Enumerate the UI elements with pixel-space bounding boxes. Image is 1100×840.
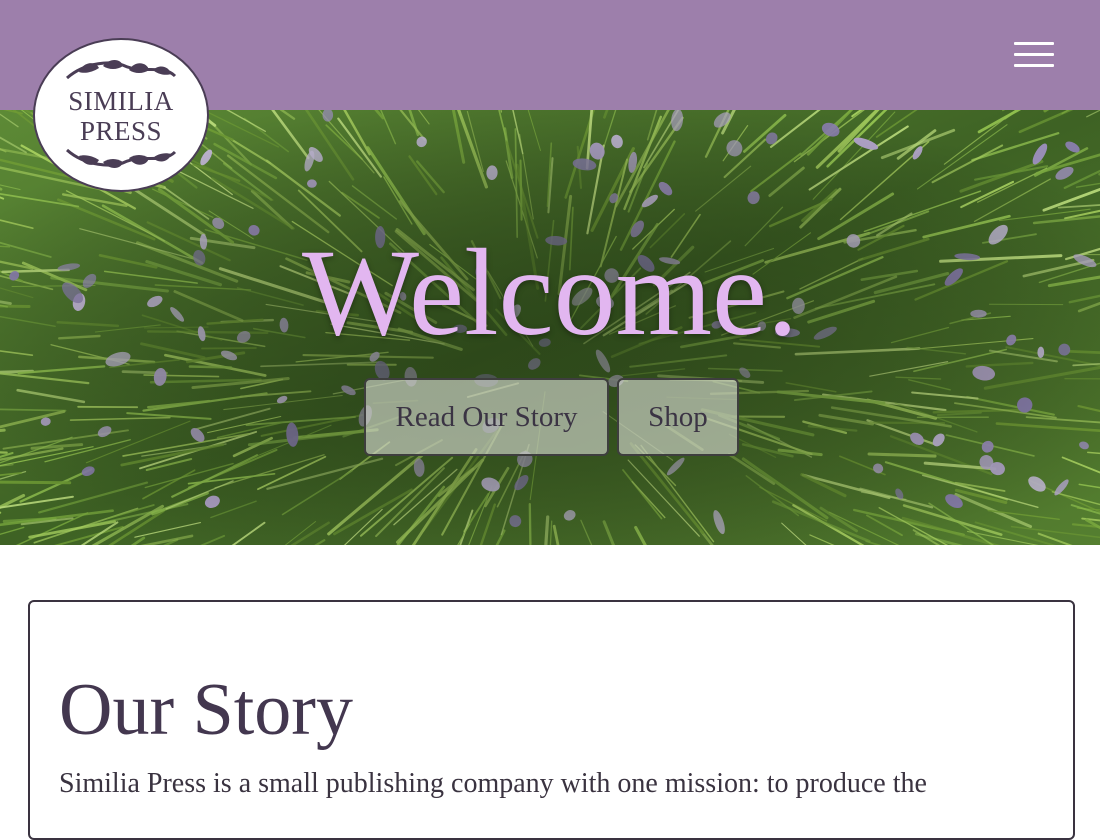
leaf-ornament-icon bbox=[65, 58, 177, 84]
menu-icon-line bbox=[1014, 64, 1054, 67]
logo-text-line-2: PRESS bbox=[35, 116, 207, 146]
shop-button[interactable]: Shop bbox=[617, 378, 739, 456]
site-logo[interactable]: SIMILIA PRESS bbox=[33, 38, 209, 192]
our-story-card: Our Story Similia Press is a small publi… bbox=[28, 600, 1075, 840]
leaf-ornament-icon bbox=[65, 144, 177, 170]
read-our-story-button[interactable]: Read Our Story bbox=[364, 378, 609, 456]
hero-title: Welcome. bbox=[0, 228, 1100, 358]
menu-icon-line bbox=[1014, 42, 1054, 45]
menu-icon-line bbox=[1014, 53, 1054, 56]
our-story-heading: Our Story bbox=[59, 668, 353, 752]
logo-text-line-1: SIMILIA bbox=[35, 86, 207, 116]
hamburger-menu-icon[interactable] bbox=[1010, 38, 1058, 74]
our-story-text: Similia Press is a small publishing comp… bbox=[59, 767, 1059, 801]
